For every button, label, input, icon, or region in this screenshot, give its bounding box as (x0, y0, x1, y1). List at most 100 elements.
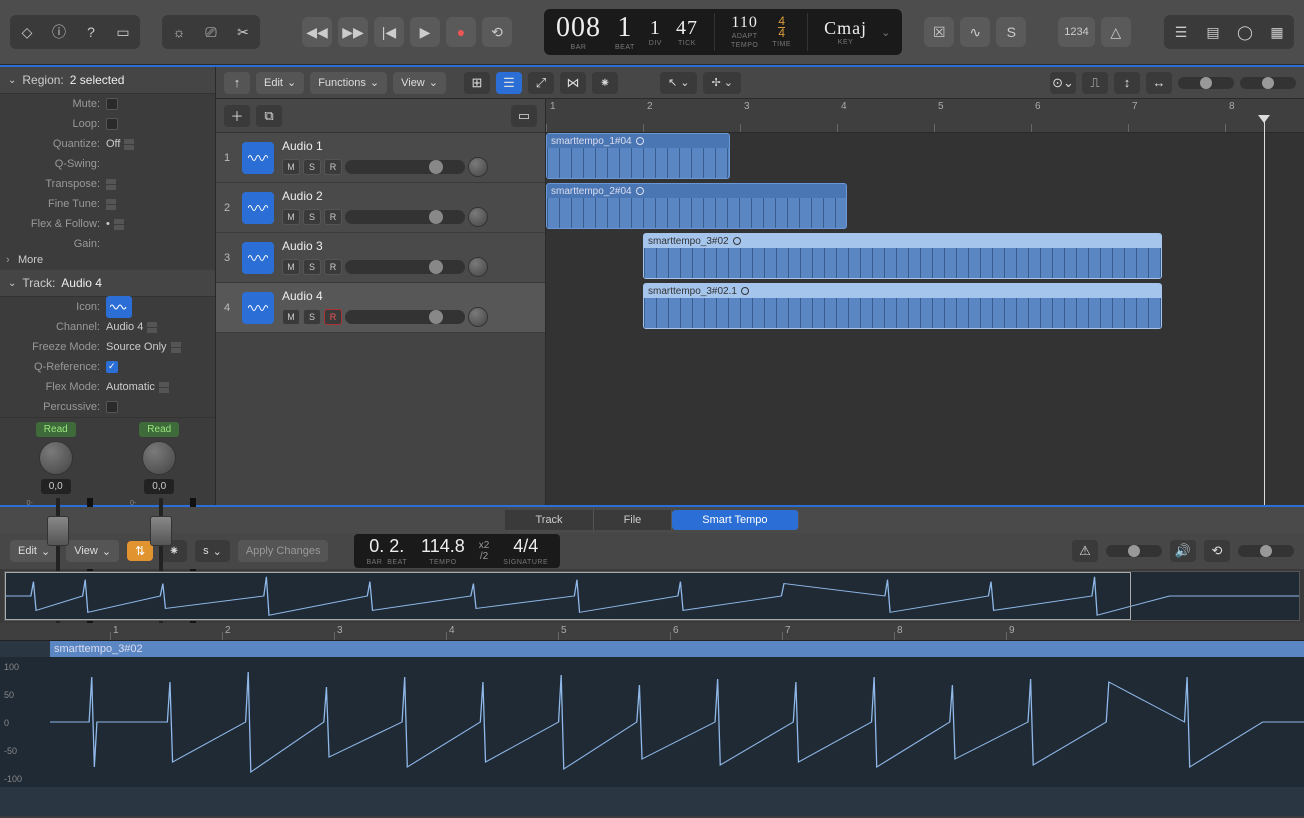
play-icon[interactable]: ▶ (410, 17, 440, 47)
pointer-tool[interactable]: ↖ ⌄ (660, 72, 698, 94)
hzoom-slider[interactable] (1240, 77, 1296, 89)
pan-value[interactable]: 0,0 (41, 479, 71, 494)
count-in-button[interactable]: 1234 (1058, 17, 1094, 47)
mixer-icon[interactable]: ⎚ (196, 17, 226, 47)
edit-menu[interactable]: Edit ⌄ (256, 72, 304, 94)
record-icon[interactable]: ● (446, 17, 476, 47)
checkbox[interactable] (106, 118, 118, 130)
vzoom-icon[interactable]: ↕ (1114, 72, 1140, 94)
checkbox[interactable] (106, 361, 118, 373)
warning-icon[interactable]: ⚠ (1072, 540, 1098, 562)
track-header[interactable]: 4 Audio 4 M S R (216, 283, 545, 333)
inspector-row[interactable]: Transpose: (0, 174, 215, 194)
stepper[interactable] (171, 342, 181, 353)
lcd-bar[interactable]: 008 (556, 14, 601, 42)
inspector-row[interactable]: Q-Swing: (0, 154, 215, 174)
bar-ruler[interactable]: 12345678910111213 (546, 99, 1304, 133)
tab-track[interactable]: Track (505, 510, 593, 530)
lcd-tick[interactable]: 47 (676, 18, 698, 38)
lcd-div[interactable]: 1 (650, 18, 661, 38)
mute-button[interactable]: M (282, 309, 300, 325)
pan-knob[interactable] (468, 257, 488, 277)
timeline[interactable]: 12345678910111213 smarttempo_1#04 smartt… (546, 99, 1304, 505)
stepper[interactable] (147, 322, 157, 333)
scissors-icon[interactable]: ✂ (228, 17, 258, 47)
inspector-row[interactable]: Percussive: (0, 397, 215, 417)
checkbox[interactable] (106, 98, 118, 110)
speaker-icon[interactable]: 🔊 (1170, 540, 1196, 562)
metronome-icon[interactable]: △ (1101, 17, 1131, 47)
playhead[interactable] (1264, 117, 1265, 505)
tab-file[interactable]: File (594, 510, 673, 530)
help-icon[interactable]: ? (76, 17, 106, 47)
inspector-row[interactable]: Gain: (0, 234, 215, 254)
stepper[interactable] (114, 219, 124, 230)
record-button[interactable]: R (324, 309, 342, 325)
toolbar-icon[interactable]: ▭ (108, 17, 138, 47)
volume-slider[interactable] (345, 210, 465, 224)
mute-button[interactable]: M (282, 159, 300, 175)
pan-knob[interactable] (468, 157, 488, 177)
region-header[interactable]: ⌄ Region: 2 selected (0, 67, 215, 94)
stepper[interactable] (106, 179, 116, 190)
track-header[interactable]: 3 Audio 3 M S R (216, 233, 545, 283)
library-icon[interactable]: ◇ (12, 17, 42, 47)
track-icon-picker[interactable] (106, 296, 132, 318)
tempo-x2[interactable]: x2 (479, 540, 490, 551)
timeline-view-icon[interactable]: ☰ (496, 72, 522, 94)
inspector-row[interactable]: Q-Reference: (0, 357, 215, 377)
duplicate-track-icon[interactable]: ⧉ (256, 105, 282, 127)
ed-hzoom[interactable] (1238, 545, 1294, 557)
cycle-icon[interactable]: ⟲ (1204, 540, 1230, 562)
record-button[interactable]: R (324, 259, 342, 275)
stop-icon[interactable]: |◀ (374, 17, 404, 47)
stepper[interactable] (159, 382, 169, 393)
audio-region[interactable]: smarttempo_2#04 (546, 183, 847, 229)
automation-icon[interactable]: ⤢ (528, 72, 554, 94)
audio-region[interactable]: smarttempo_3#02.1 (643, 283, 1162, 329)
tempo-half[interactable]: /2 (480, 551, 488, 562)
inspector-row[interactable]: Flex & Follow:• (0, 214, 215, 234)
automation-mode[interactable]: Read (139, 422, 179, 437)
solo-button[interactable]: S (303, 209, 321, 225)
loops-icon[interactable]: ◯ (1230, 17, 1260, 47)
inspector-row[interactable]: Mute: (0, 94, 215, 114)
browser-icon[interactable]: ▦ (1262, 17, 1292, 47)
lcd-key[interactable]: Cmaj (824, 19, 867, 37)
ed-slider[interactable] (1106, 545, 1162, 557)
volume-slider[interactable] (345, 160, 465, 174)
mute-button[interactable]: M (282, 259, 300, 275)
time-signature[interactable]: 44TIME (772, 9, 791, 55)
editor-tempo[interactable]: 114.8 (421, 536, 465, 557)
snap-menu[interactable]: ⊙⌄ (1050, 72, 1076, 94)
track-header[interactable]: 1 Audio 1 M S R (216, 133, 545, 183)
track-header[interactable]: 2 Audio 2 M S R (216, 183, 545, 233)
inspector-row[interactable]: Freeze Mode:Source Only (0, 337, 215, 357)
inspector-row[interactable]: Fine Tune: (0, 194, 215, 214)
inspector-row[interactable]: Flex Mode:Automatic (0, 377, 215, 397)
signature-tool[interactable]: s ⌄ (195, 540, 230, 562)
stepper[interactable] (106, 199, 116, 210)
inspector-icon[interactable]: ⓘ (44, 17, 74, 47)
replace-icon[interactable]: ☒ (924, 17, 954, 47)
pan-value[interactable]: 0,0 (144, 479, 174, 494)
global-tracks-icon[interactable]: ▭ (511, 105, 537, 127)
more-row[interactable]: ›More (0, 254, 215, 266)
pan-knob[interactable] (142, 441, 176, 475)
catch-icon[interactable]: ⁕ (592, 72, 618, 94)
waveform-icon[interactable]: ⎍ (1082, 72, 1108, 94)
volume-slider[interactable] (345, 310, 465, 324)
record-button[interactable]: R (324, 159, 342, 175)
inspector-row[interactable]: Quantize:Off (0, 134, 215, 154)
stepper[interactable] (124, 139, 134, 150)
functions-menu[interactable]: Functions ⌄ (310, 72, 387, 94)
inspector-row[interactable]: Icon: (0, 297, 215, 317)
rewind-icon[interactable]: ◀◀ (302, 17, 332, 47)
apply-changes-button[interactable]: Apply Changes (238, 540, 329, 562)
editor-ruler[interactable]: 123456789 (0, 623, 1304, 641)
waveform-display[interactable]: 100500-50-100 (0, 657, 1304, 787)
overview[interactable] (4, 571, 1300, 621)
track-icon[interactable] (242, 292, 274, 324)
add-track-icon[interactable]: ＋ (224, 105, 250, 127)
inspector-row[interactable]: Loop: (0, 114, 215, 134)
